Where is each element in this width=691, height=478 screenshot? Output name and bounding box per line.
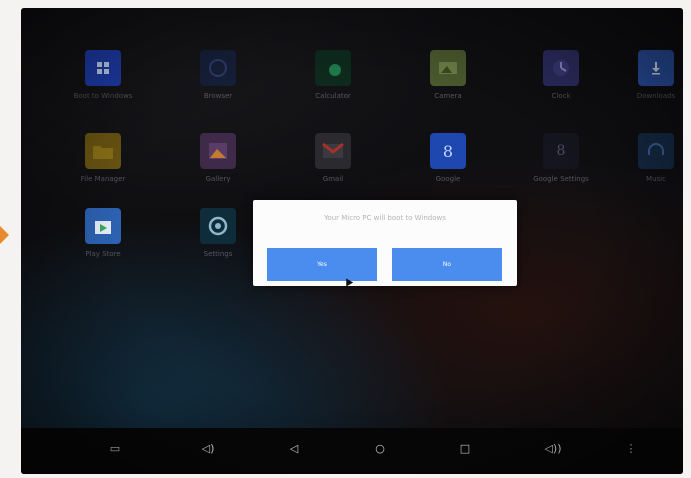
dialog-message: Your Micro PC will boot to Windows — [324, 214, 446, 222]
app-label: Boot to Windows — [73, 92, 133, 100]
app-music[interactable]: Music — [611, 133, 683, 203]
app-play-store[interactable]: Play Store — [58, 208, 148, 278]
app-calculator[interactable]: Calculator — [288, 50, 378, 120]
app-boot-to-windows[interactable]: Boot to Windows — [58, 50, 148, 120]
google-icon: 8 — [430, 133, 466, 169]
app-settings[interactable]: Settings — [173, 208, 263, 278]
google-settings-icon: 8 — [543, 133, 579, 169]
app-camera[interactable]: Camera — [403, 50, 493, 120]
back-icon[interactable]: ◁ — [282, 438, 306, 458]
app-label: Gallery — [205, 175, 231, 183]
home-icon[interactable]: ○ — [368, 438, 392, 458]
app-clock[interactable]: Clock — [516, 50, 606, 120]
volume-down-icon[interactable]: ◁) — [196, 438, 220, 458]
app-label: Camera — [434, 92, 462, 100]
app-google[interactable]: 8 Google — [403, 133, 493, 203]
calculator-icon — [315, 50, 351, 86]
app-label: Google — [435, 175, 461, 183]
no-button[interactable]: No — [392, 248, 502, 281]
volume-up-icon[interactable]: ◁)) — [539, 438, 567, 458]
app-label: Gmail — [322, 175, 344, 183]
app-label: Browser — [203, 92, 233, 100]
app-label: Clock — [551, 92, 571, 100]
app-google-settings[interactable]: 8 Google Settings — [516, 133, 606, 203]
app-label: Music — [646, 175, 666, 183]
app-label: Calculator — [315, 92, 351, 100]
recent-apps-icon[interactable]: □ — [453, 438, 477, 458]
windows-icon — [85, 50, 121, 86]
play-store-icon — [85, 208, 121, 244]
app-browser[interactable]: Browser — [173, 50, 263, 120]
app-gmail[interactable]: Gmail — [288, 133, 378, 203]
android-screen: Boot to Windows Browser Calculator Camer… — [21, 8, 683, 474]
app-label: Downloads — [636, 92, 676, 100]
orange-arrow-icon — [0, 226, 9, 244]
navigation-bar: ▭ ◁) ◁ ○ □ ◁)) ⋮ — [21, 428, 683, 474]
app-gallery[interactable]: Gallery — [173, 133, 263, 203]
app-label: Settings — [203, 250, 233, 258]
app-label: Google Settings — [533, 175, 589, 183]
gmail-icon — [315, 133, 351, 169]
app-file-manager[interactable]: File Manager — [58, 133, 148, 203]
app-downloads[interactable]: Downloads — [611, 50, 683, 120]
app-label: Play Store — [85, 250, 121, 258]
screenshot-icon[interactable]: ▭ — [103, 438, 127, 458]
gear-icon — [200, 208, 236, 244]
camera-icon — [430, 50, 466, 86]
app-label: File Manager — [80, 175, 126, 183]
gallery-icon — [200, 133, 236, 169]
headphones-icon — [638, 133, 674, 169]
globe-icon — [200, 50, 236, 86]
menu-icon[interactable]: ⋮ — [619, 438, 643, 458]
boot-dialog: Your Micro PC will boot to Windows Yes N… — [253, 200, 517, 286]
yes-button[interactable]: Yes — [267, 248, 377, 281]
download-icon — [638, 50, 674, 86]
clock-icon — [543, 50, 579, 86]
folder-icon — [85, 133, 121, 169]
